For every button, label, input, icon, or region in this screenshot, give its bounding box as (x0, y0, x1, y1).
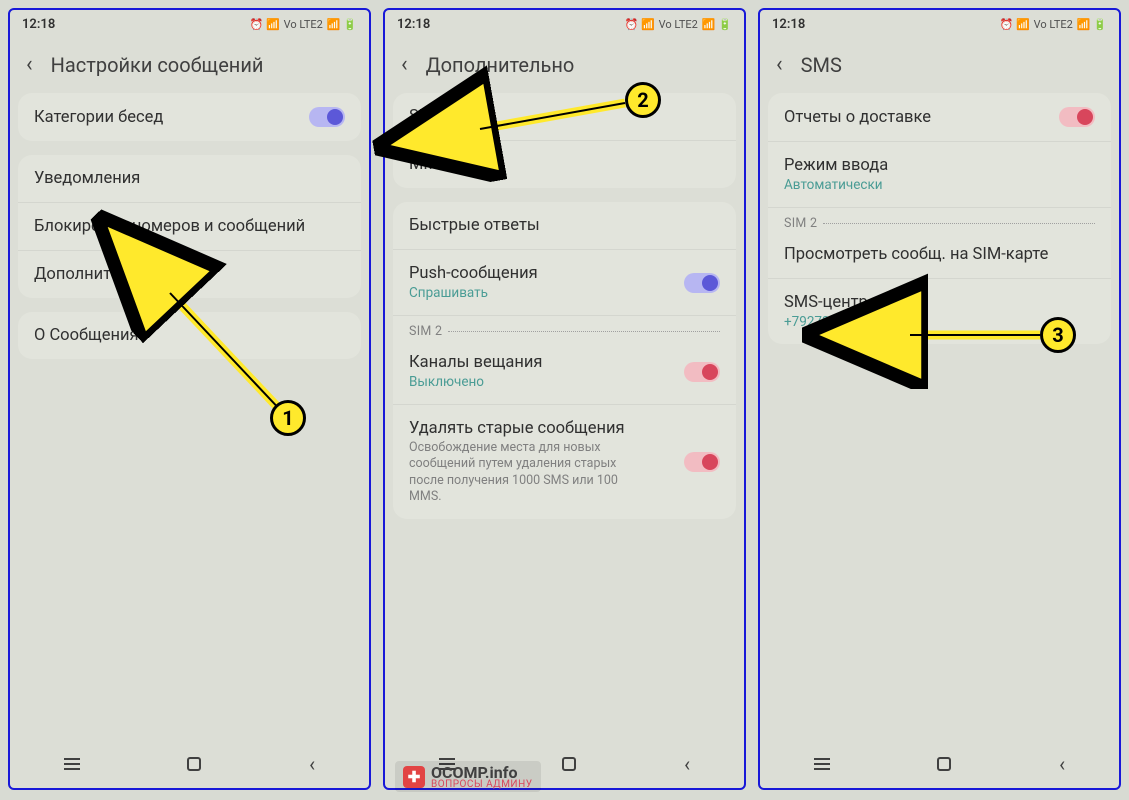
toggle-push[interactable] (684, 273, 720, 293)
watermark-logo-icon: ✚ (403, 766, 425, 788)
watermark-sub: ВОПРОСЫ АДМИНУ (431, 779, 533, 790)
item-input-mode[interactable]: Режим ввода Автоматически (768, 142, 1111, 208)
toggle-broadcast[interactable] (684, 362, 720, 382)
nav-back-icon[interactable]: ‹ (1059, 752, 1065, 776)
page-title: Настройки сообщений (51, 53, 264, 77)
back-icon[interactable]: ‹ (26, 52, 33, 77)
item-block-numbers[interactable]: Блокировка номеров и сообщений (18, 203, 361, 251)
group-options: Быстрые ответы Push-сообщения Спрашивать… (393, 202, 736, 519)
android-navbar: ‹ (10, 740, 369, 788)
nav-home-icon[interactable] (187, 757, 201, 771)
group-categories: Категории бесед (18, 93, 361, 141)
item-broadcast[interactable]: Каналы вещания Выключено (393, 339, 736, 405)
page-title: SMS (801, 53, 842, 77)
item-push[interactable]: Push-сообщения Спрашивать (393, 250, 736, 316)
page-title: Дополнительно (426, 53, 575, 77)
status-bar: 12:18 ⏰ 📶 Vo LTE2 📶 🔋 (760, 10, 1119, 38)
status-icons: ⏰ 📶 Vo LTE2 📶 🔋 (1000, 18, 1107, 31)
toggle-delivery[interactable] (1059, 107, 1095, 127)
header: ‹ Настройки сообщений (10, 38, 369, 93)
status-time: 12:18 (397, 17, 430, 32)
nav-home-icon[interactable] (937, 757, 951, 771)
group-sms-settings: Отчеты о доставке Режим ввода Автоматиче… (768, 93, 1111, 344)
status-icons: ⏰ 📶 Vo LTE2 📶 🔋 (625, 18, 732, 31)
annotation-badge-2: 2 (625, 82, 661, 118)
item-delete-old[interactable]: Удалять старые сообщения Освобождение ме… (393, 405, 736, 519)
toggle-categories[interactable] (309, 107, 345, 127)
status-bar: 12:18 ⏰ 📶 Vo LTE2 📶 🔋 (10, 10, 369, 38)
nav-home-icon[interactable] (562, 757, 576, 771)
nav-back-icon[interactable]: ‹ (309, 752, 315, 776)
header: ‹ Дополнительно (385, 38, 744, 93)
item-delivery-reports[interactable]: Отчеты о доставке (768, 93, 1111, 142)
nav-recents-icon[interactable] (814, 758, 830, 770)
item-view-sim-messages[interactable]: Просмотреть сообщ. на SIM-карте (768, 231, 1111, 279)
screen-3-sms: 12:18 ⏰ 📶 Vo LTE2 📶 🔋 ‹ SMS Отчеты о дос… (758, 8, 1121, 790)
back-icon[interactable]: ‹ (401, 52, 408, 77)
annotation-badge-1: 1 (270, 400, 306, 436)
sim-header: SIM 2 (393, 316, 736, 339)
back-icon[interactable]: ‹ (776, 52, 783, 77)
status-time: 12:18 (772, 17, 805, 32)
item-quick-replies[interactable]: Быстрые ответы (393, 202, 736, 250)
toggle-delete-old[interactable] (684, 452, 720, 472)
watermark: ✚ OCOMP.info ВОПРОСЫ АДМИНУ (395, 761, 541, 792)
android-navbar: ‹ (760, 740, 1119, 788)
item-notifications[interactable]: Уведомления (18, 155, 361, 203)
status-time: 12:18 (22, 17, 55, 32)
annotation-badge-3: 3 (1040, 317, 1076, 353)
sim-header: SIM 2 (768, 208, 1111, 231)
status-icons: ⏰ 📶 Vo LTE2 📶 🔋 (250, 18, 357, 31)
nav-back-icon[interactable]: ‹ (684, 752, 690, 776)
item-chat-categories[interactable]: Категории бесед (18, 93, 361, 141)
nav-recents-icon[interactable] (64, 758, 80, 770)
header: ‹ SMS (760, 38, 1119, 93)
status-bar: 12:18 ⏰ 📶 Vo LTE2 📶 🔋 (385, 10, 744, 38)
